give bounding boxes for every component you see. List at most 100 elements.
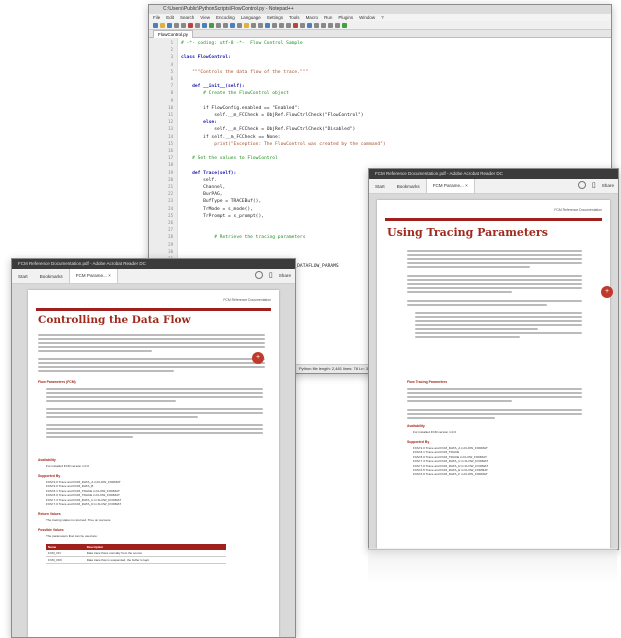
body-text-block — [407, 248, 582, 340]
add-comment-button[interactable]: + — [252, 352, 264, 364]
share-button[interactable]: Share — [279, 273, 291, 278]
line-number: 24 — [168, 205, 173, 211]
menu-item[interactable]: Encoding — [216, 15, 235, 20]
line-number: 17 — [168, 155, 173, 161]
editor-toolbar[interactable] — [149, 21, 611, 30]
code-line[interactable]: class FlowControl: — [181, 54, 607, 61]
tab-start[interactable]: Start — [369, 184, 391, 189]
pdf-viewer-window-left[interactable]: FCM Reference Documentation.pdf - Adobe … — [11, 258, 296, 638]
code-line[interactable]: # Set the values to FlowControl — [181, 155, 607, 162]
toolbar-button-icon[interactable] — [153, 22, 158, 28]
toolbar-button-icon[interactable] — [160, 22, 165, 28]
tab-document[interactable]: FCM Parame... × — [68, 269, 118, 283]
toolbar-button-icon[interactable] — [251, 22, 256, 28]
body-text-block — [407, 386, 582, 421]
section-heading: Flow Tracing Parameters — [407, 380, 448, 384]
toolbar-button-icon[interactable] — [342, 22, 347, 28]
help-icon[interactable] — [577, 181, 586, 189]
toolbar-button-icon[interactable] — [272, 22, 277, 28]
code-line[interactable]: if self.__m_FCCheck == None: — [181, 134, 607, 141]
toolbar-button-icon[interactable] — [286, 22, 291, 28]
toolbar-button-icon[interactable] — [279, 22, 284, 28]
return-values-text: The tracing status is returned. True on … — [46, 518, 112, 522]
toolbar-button-icon[interactable] — [202, 22, 207, 28]
pdf-document-area[interactable]: FCM Reference Documentation Controlling … — [12, 284, 295, 637]
line-number: 18 — [168, 162, 173, 168]
list-item: FCM 7.3 Trace and FCM_DATA_C in FLOW_FOR… — [413, 459, 489, 464]
menu-item[interactable]: Language — [241, 15, 261, 20]
supported-by-list: FCM 9.0 Trace and FCM_DATA_A in FLOW_FOR… — [46, 480, 121, 506]
code-line[interactable]: self.__m_FCCheck = ObjRef.FlowCtrlCheck(… — [181, 126, 607, 133]
line-number: 3 — [170, 54, 173, 60]
menu-item[interactable]: File — [153, 15, 160, 20]
code-line[interactable]: if FlowConfig.enabled == "Enabled": — [181, 105, 607, 112]
toolbar-button-icon[interactable] — [244, 22, 249, 28]
share-button[interactable]: Share — [602, 183, 614, 188]
line-number: 9 — [170, 97, 173, 103]
code-line[interactable]: print("Exception: The FlowControl was cr… — [181, 141, 607, 148]
toolbar-button-icon[interactable] — [328, 22, 333, 28]
menu-item[interactable]: ? — [381, 15, 384, 20]
toolbar-button-icon[interactable] — [300, 22, 305, 28]
toolbar-button-icon[interactable] — [265, 22, 270, 28]
pdf-tabbar[interactable]: Start Bookmarks FCM Parame... × ▯ Share — [12, 269, 295, 284]
menu-item[interactable]: Macro — [306, 15, 319, 20]
bell-icon[interactable]: ▯ — [269, 271, 273, 279]
toolbar-button-icon[interactable] — [167, 22, 172, 28]
code-line[interactable]: else: — [181, 119, 607, 126]
code-line[interactable]: def __init__(self): — [181, 83, 607, 90]
toolbar-button-icon[interactable] — [174, 22, 179, 28]
editor-tab[interactable]: FlowControl.py — [153, 30, 194, 38]
pdf-viewer-window-right[interactable]: FCM Reference Documentation.pdf - Adobe … — [368, 168, 619, 550]
toolbar-button-icon[interactable] — [188, 22, 193, 28]
editor-menubar[interactable]: File Edit Search View Encoding Language Settin… — [149, 14, 611, 21]
line-number: 15 — [168, 140, 173, 146]
toolbar-button-icon[interactable] — [181, 22, 186, 28]
page-header: FCM Reference Documentation — [554, 208, 602, 212]
close-icon[interactable]: × — [108, 273, 111, 278]
line-number: 29 — [168, 241, 173, 247]
line-number: 11 — [168, 112, 173, 117]
toolbar-button-icon[interactable] — [237, 22, 242, 28]
line-number: 2 — [170, 47, 173, 53]
pdf-tabbar[interactable]: Start Bookmarks FCM Parame... × ▯ Share — [369, 179, 618, 194]
toolbar-button-icon[interactable] — [195, 22, 200, 28]
toolbar-button-icon[interactable] — [230, 22, 235, 28]
toolbar-button-icon[interactable] — [321, 22, 326, 28]
menu-item[interactable]: Edit — [166, 15, 174, 20]
menu-item[interactable]: Search — [180, 15, 194, 20]
add-comment-button[interactable]: + — [601, 286, 613, 298]
toolbar-button-icon[interactable] — [307, 22, 312, 28]
pdf-document-area[interactable]: FCM Reference Documentation Using Tracin… — [369, 194, 618, 549]
tab-bookmarks[interactable]: Bookmarks — [34, 274, 69, 279]
pdf-titlebar: FCM Reference Documentation.pdf - Adobe … — [12, 259, 295, 269]
code-line[interactable]: """Controls the data flow of the trace."… — [181, 69, 607, 76]
menu-item[interactable]: Run — [324, 15, 332, 20]
close-icon[interactable]: × — [465, 183, 468, 188]
menu-item[interactable]: Plugins — [338, 15, 353, 20]
help-icon[interactable] — [254, 271, 263, 279]
tab-start[interactable]: Start — [12, 274, 34, 279]
editor-tabbar[interactable]: FlowControl.py — [149, 30, 611, 38]
values-table: Name Description FCM_ON Data trace flows… — [46, 544, 226, 564]
body-text-block — [46, 386, 263, 440]
code-line[interactable]: self.__m_FCCheck = ObjRef.FlowCtrlCheck(… — [181, 112, 607, 119]
toolbar-button-icon[interactable] — [258, 22, 263, 28]
toolbar-button-icon[interactable] — [314, 22, 319, 28]
toolbar-button-icon[interactable] — [216, 22, 221, 28]
title-rule — [36, 308, 271, 311]
menu-item[interactable]: Tools — [289, 15, 300, 20]
menu-item[interactable]: Settings — [267, 15, 283, 20]
bell-icon[interactable]: ▯ — [592, 181, 596, 189]
code-line[interactable]: # -*- coding: utf-8 -*- Flow Control Sam… — [181, 40, 607, 47]
code-line[interactable]: # Create the FlowControl object — [181, 90, 607, 97]
toolbar-button-icon[interactable] — [335, 22, 340, 28]
menu-item[interactable]: Window — [359, 15, 375, 20]
toolbar-button-icon[interactable] — [293, 22, 298, 28]
menu-item[interactable]: View — [200, 15, 210, 20]
toolbar-button-icon[interactable] — [223, 22, 228, 28]
tab-bookmarks[interactable]: Bookmarks — [391, 184, 426, 189]
toolbar-button-icon[interactable] — [209, 22, 214, 28]
tab-document[interactable]: FCM Parame... × — [425, 179, 475, 193]
line-number: 27 — [168, 227, 173, 233]
